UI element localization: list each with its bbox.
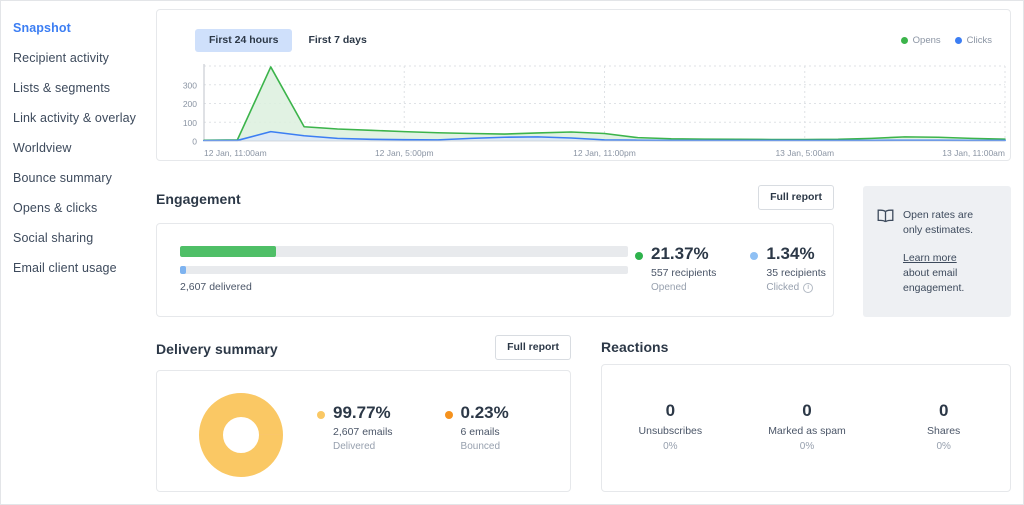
delivered-dot-icon — [317, 411, 325, 419]
note-link-suffix: about email engagement. — [903, 267, 964, 294]
spam-value: 0 — [739, 401, 876, 421]
svg-text:300: 300 — [183, 80, 197, 90]
spam-label: Marked as spam — [739, 425, 876, 437]
engagement-card: 2,607 delivered 21.37% 557 recipients Op… — [156, 223, 834, 317]
chart-legend: Opens Clicks — [901, 35, 992, 46]
delivery-summary-header: Delivery summary Full report — [156, 339, 571, 361]
delivery-stats: 99.77% 2,607 emails Delivered 0.23% 6 em… — [317, 403, 509, 452]
opened-caption-text: Opened — [651, 282, 687, 293]
unsubscribes-percent: 0% — [602, 441, 739, 452]
open-rate-note-panel: Open rates are only estimates. Learn mor… — [863, 186, 1011, 317]
engagement-bars — [180, 246, 628, 274]
unsubscribes-value: 0 — [602, 401, 739, 421]
report-sidebar: Snapshot Recipient activity Lists & segm… — [1, 1, 156, 505]
bounced-emails: 6 emails — [461, 426, 509, 438]
clicked-caption-text: Clicked — [766, 282, 799, 293]
legend-entry-opens[interactable]: Opens — [901, 35, 941, 46]
clicks-bar-fill — [180, 266, 186, 274]
engagement-full-report-button[interactable]: Full report — [758, 185, 834, 210]
engagement-stats: 21.37% 557 recipients Opened 1.34% 35 re… — [635, 244, 826, 293]
delivered-emails: 2,607 emails — [333, 426, 393, 438]
shares-percent: 0% — [875, 441, 1012, 452]
bounced-caption: Bounced — [461, 441, 509, 452]
svg-text:100: 100 — [183, 118, 197, 128]
delivered-count-label: 2,607 delivered — [180, 281, 252, 293]
info-icon[interactable]: i — [803, 283, 813, 293]
svg-text:13 Jan, 11:00am: 13 Jan, 11:00am — [942, 148, 1005, 158]
svg-text:12 Jan, 11:00am: 12 Jan, 11:00am — [204, 148, 267, 158]
clicked-caption: Clicked i — [766, 282, 826, 293]
delivered-caption: Delivered — [333, 441, 393, 452]
chart-range-tabs: First 24 hours First 7 days — [195, 29, 381, 52]
opens-bar-track — [180, 246, 628, 257]
engagement-title: Engagement — [156, 191, 241, 207]
stat-bounced: 0.23% 6 emails Bounced — [445, 403, 509, 452]
reactions-row: 0 Unsubscribes 0% 0 Marked as spam 0% 0 … — [602, 401, 1012, 452]
tab-first-24-hours[interactable]: First 24 hours — [195, 29, 292, 52]
svg-text:12 Jan, 5:00pm: 12 Jan, 5:00pm — [375, 148, 434, 158]
shares-value: 0 — [875, 401, 1012, 421]
unsubscribes-label: Unsubscribes — [602, 425, 739, 437]
campaign-report-page: Snapshot Recipient activity Lists & segm… — [0, 0, 1024, 505]
note-text: Open rates are only estimates. — [903, 208, 995, 238]
sidebar-item-recipient-activity[interactable]: Recipient activity — [1, 43, 156, 73]
stat-delivered: 99.77% 2,607 emails Delivered — [317, 403, 393, 452]
legend-dot-opens — [901, 37, 908, 44]
reactions-card: 0 Unsubscribes 0% 0 Marked as spam 0% 0 … — [601, 364, 1011, 492]
legend-dot-clicks — [955, 37, 962, 44]
opened-percent: 21.37% — [651, 244, 716, 264]
opens-clicks-area-chart: 0 100 200 300 12 Jan, 11:00am 12 Jan, 5:00pm 1… — [157, 58, 1012, 162]
sidebar-item-link-activity-overlay[interactable]: Link activity & overlay — [1, 103, 156, 133]
learn-more-link[interactable]: Learn more — [903, 252, 957, 264]
reaction-shares: 0 Shares 0% — [875, 401, 1012, 452]
legend-label-clicks: Clicks — [967, 35, 992, 46]
svg-text:12 Jan, 11:00pm: 12 Jan, 11:00pm — [573, 148, 636, 158]
bounced-dot-icon — [445, 411, 453, 419]
delivered-percent: 99.77% — [333, 403, 393, 423]
clicks-bar-track — [180, 266, 628, 274]
stat-clicked: 1.34% 35 recipients Clicked i — [750, 244, 826, 293]
clicked-recipients: 35 recipients — [766, 267, 826, 279]
reactions-title: Reactions — [601, 339, 669, 355]
sidebar-item-bounce-summary[interactable]: Bounce summary — [1, 163, 156, 193]
stat-opened: 21.37% 557 recipients Opened — [635, 244, 716, 293]
delivery-full-report-button[interactable]: Full report — [495, 335, 571, 360]
activity-chart-card: First 24 hours First 7 days Opens Clicks… — [156, 9, 1011, 161]
svg-text:0: 0 — [192, 137, 197, 147]
opened-dot-icon — [635, 252, 643, 260]
svg-text:200: 200 — [183, 99, 197, 109]
engagement-header: Engagement Full report — [156, 189, 834, 211]
opened-caption: Opened — [651, 282, 716, 293]
sidebar-item-email-client-usage[interactable]: Email client usage — [1, 253, 156, 283]
legend-label-opens: Opens — [913, 35, 941, 46]
bounced-percent: 0.23% — [461, 403, 509, 423]
book-icon — [877, 209, 894, 296]
clicked-dot-icon — [750, 252, 758, 260]
delivery-summary-card: 99.77% 2,607 emails Delivered 0.23% 6 em… — [156, 370, 571, 492]
reaction-marked-as-spam: 0 Marked as spam 0% — [739, 401, 876, 452]
opens-bar-fill — [180, 246, 276, 257]
reaction-unsubscribes: 0 Unsubscribes 0% — [602, 401, 739, 452]
sidebar-item-lists-segments[interactable]: Lists & segments — [1, 73, 156, 103]
sidebar-item-social-sharing[interactable]: Social sharing — [1, 223, 156, 253]
shares-label: Shares — [875, 425, 1012, 437]
opened-recipients: 557 recipients — [651, 267, 716, 279]
clicked-percent: 1.34% — [766, 244, 826, 264]
legend-entry-clicks[interactable]: Clicks — [955, 35, 992, 46]
tab-first-7-days[interactable]: First 7 days — [294, 29, 380, 52]
reactions-header: Reactions — [601, 339, 669, 355]
sidebar-item-snapshot[interactable]: Snapshot — [1, 13, 156, 43]
delivery-summary-title: Delivery summary — [156, 341, 278, 357]
svg-text:13 Jan, 5:00am: 13 Jan, 5:00am — [775, 148, 834, 158]
sidebar-item-worldview[interactable]: Worldview — [1, 133, 156, 163]
sidebar-item-opens-clicks[interactable]: Opens & clicks — [1, 193, 156, 223]
spam-percent: 0% — [739, 441, 876, 452]
delivery-donut-chart — [199, 393, 283, 477]
